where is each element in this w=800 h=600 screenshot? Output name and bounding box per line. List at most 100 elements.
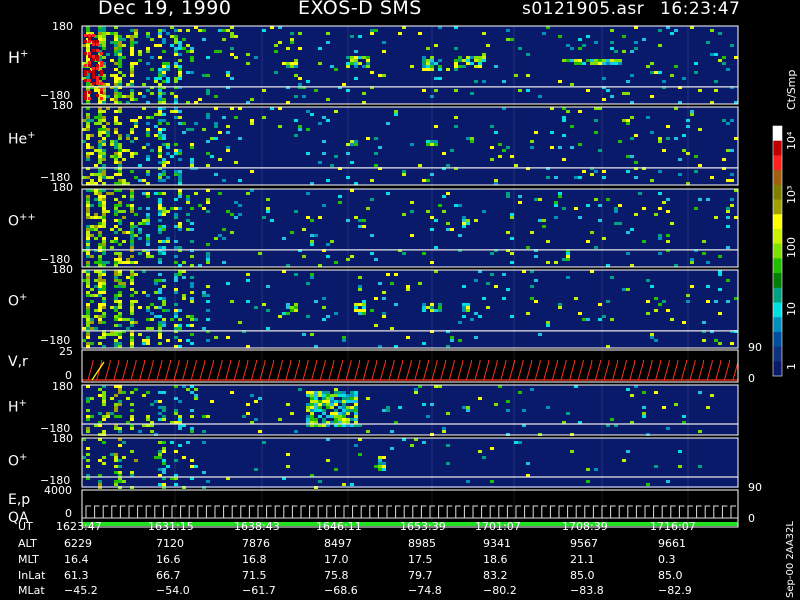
heatmap-cell (86, 207, 90, 210)
heatmap-cell (382, 312, 386, 315)
heatmap-cell (350, 255, 354, 258)
heatmap-cell (386, 192, 390, 195)
heatmap-cell (206, 210, 210, 213)
heatmap-cell (130, 237, 134, 240)
heatmap-cell (330, 394, 334, 397)
heatmap-cell (86, 409, 90, 412)
heatmap-cell (106, 412, 110, 415)
side-caption: Sep-00 2AA32L (785, 521, 796, 598)
heatmap-cell (690, 261, 694, 264)
heatmap-cell (98, 198, 102, 201)
heatmap-cell (162, 240, 166, 243)
heatmap-cell (634, 134, 638, 137)
heatmap-cell (178, 44, 182, 47)
heatmap-cell (190, 282, 194, 285)
heatmap-cell (98, 258, 102, 261)
heatmap-cell (118, 143, 122, 146)
heatmap-cell (102, 195, 106, 198)
heatmap-cell (122, 210, 126, 213)
heatmap-cell (162, 391, 166, 394)
heatmap-cell (174, 273, 178, 276)
heatmap-cell (150, 38, 154, 41)
heatmap-cell (92, 76, 95, 79)
heatmap-cell (510, 216, 514, 219)
heatmap-cell (130, 279, 134, 282)
heatmap-cell (146, 131, 150, 134)
heatmap-cell (186, 195, 190, 198)
heatmap-cell (162, 297, 166, 300)
heatmap-cell (118, 430, 122, 433)
heatmap-cell (194, 397, 198, 400)
heatmap-cell (198, 204, 202, 207)
heatmap-cell (318, 415, 322, 418)
heatmap-cell (370, 29, 374, 32)
heatmap-cell (106, 415, 110, 418)
heatmap-cell (214, 125, 218, 128)
orbit-cell: 8985 (408, 537, 436, 550)
heatmap-cell (310, 397, 314, 400)
heatmap-cell (502, 149, 506, 152)
heatmap-cell (294, 74, 298, 77)
heatmap-cell (102, 418, 106, 421)
heatmap-cell (306, 192, 310, 195)
heatmap-cell (162, 164, 166, 167)
heatmap-cell (314, 406, 318, 409)
heatmap-cell (98, 128, 102, 131)
heatmap-cell (94, 225, 98, 228)
heatmap-cell (114, 119, 118, 122)
heatmap-cell (218, 29, 222, 32)
heatmap-cell (174, 409, 178, 412)
heatmap-cell (100, 91, 103, 94)
heatmap-cell (130, 95, 134, 98)
heatmap-cell (626, 80, 630, 83)
heatmap-cell (162, 300, 166, 303)
heatmap-cell (118, 391, 122, 394)
heatmap-cell (658, 137, 662, 140)
heatmap-cell (130, 83, 134, 86)
heatmap-cell (470, 56, 474, 59)
heatmap-cell (714, 80, 718, 83)
heatmap-cell (146, 306, 150, 309)
heatmap-cell (194, 388, 198, 391)
orbit-cell: −54.0 (156, 584, 190, 597)
heatmap-cell (96, 79, 99, 82)
heatmap-cell (86, 119, 90, 122)
heatmap-cell (142, 146, 146, 149)
heatmap-cell (434, 125, 438, 128)
heatmap-cell (186, 339, 190, 342)
heatmap-cell (734, 216, 738, 219)
heatmap-cell (110, 306, 114, 309)
heatmap-cell (382, 468, 386, 471)
heatmap-cell (86, 261, 90, 264)
heatmap-cell (102, 110, 106, 113)
heatmap-cell (454, 59, 458, 62)
heatmap-cell (286, 303, 290, 306)
heatmap-cell (206, 140, 210, 143)
heatmap-cell (506, 146, 510, 149)
heatmap-cell (206, 318, 210, 321)
heatmap-cell (342, 336, 346, 339)
heatmap-cell (450, 339, 454, 342)
heatmap-cell (246, 412, 250, 415)
heatmap-cell (88, 70, 91, 73)
heatmap-cell (146, 418, 150, 421)
heatmap-cell (118, 388, 122, 391)
heatmap-cell (162, 38, 166, 41)
heatmap-cell (86, 294, 90, 297)
heatmap-cell (498, 143, 502, 146)
heatmap-cell (158, 391, 162, 394)
heatmap-cell (466, 222, 470, 225)
heatmap-cell (114, 409, 118, 412)
heatmap-cell (166, 143, 170, 146)
heatmap-cell (454, 89, 458, 92)
heatmap-cell (570, 83, 574, 86)
heatmap-cell (602, 170, 606, 173)
heatmap-cell (314, 409, 318, 412)
heatmap-cell (130, 276, 134, 279)
heatmap-cell (206, 255, 210, 258)
heatmap-cell (578, 59, 582, 62)
heatmap-cell (206, 116, 210, 119)
heatmap-cell (130, 74, 134, 77)
heatmap-cell (114, 279, 118, 282)
heatmap-cell (86, 418, 90, 421)
